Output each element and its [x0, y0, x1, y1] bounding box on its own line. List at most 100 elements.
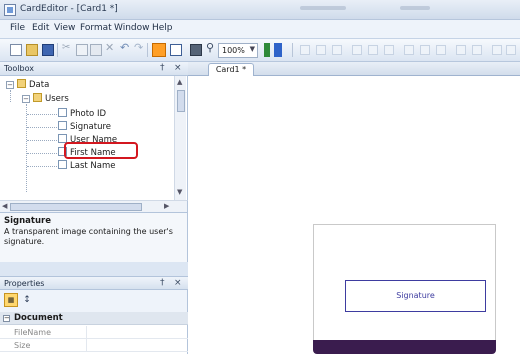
- tree-connector: [27, 114, 57, 115]
- align-right-icon[interactable]: [332, 45, 342, 55]
- zoom-value: 100%: [222, 46, 245, 55]
- menu-format[interactable]: Format: [80, 23, 112, 33]
- description-text: A transparent image containing the user'…: [4, 227, 173, 246]
- menu-edit[interactable]: Edit: [32, 23, 49, 33]
- toolbox-vertical-scrollbar[interactable]: ▲ ▼: [174, 76, 186, 200]
- design-canvas[interactable]: Signature: [188, 76, 520, 354]
- properties-grid: − Document FileName Size: [0, 312, 188, 354]
- property-category[interactable]: − Document: [0, 312, 188, 325]
- collapse-data-icon[interactable]: −: [6, 81, 14, 89]
- card-band: [313, 340, 496, 354]
- menu-file[interactable]: File: [10, 23, 25, 33]
- print-icon[interactable]: [190, 44, 202, 56]
- grid-divider: [86, 339, 87, 352]
- toolbox-header: Toolbox † ×: [0, 62, 188, 76]
- tree-connector: [27, 127, 57, 128]
- menu-help[interactable]: Help: [152, 23, 173, 33]
- field-icon: [58, 108, 67, 117]
- align-middle-icon[interactable]: [368, 45, 378, 55]
- toolbox-title: Toolbox: [4, 64, 34, 73]
- close-icon[interactable]: ×: [174, 278, 182, 288]
- same-height-icon[interactable]: [420, 45, 430, 55]
- scroll-right-icon[interactable]: ▶: [164, 202, 169, 210]
- alphabetical-icon[interactable]: ↕: [20, 293, 34, 307]
- tree-item-last-name[interactable]: Last Name: [58, 160, 115, 172]
- menu-view[interactable]: View: [54, 23, 75, 33]
- tree-item-signature[interactable]: Signature: [58, 121, 111, 133]
- tab-card1[interactable]: Card1 *: [208, 63, 254, 76]
- collapse-users-icon[interactable]: −: [22, 95, 30, 103]
- open-folder-icon[interactable]: [26, 44, 38, 56]
- categorized-icon[interactable]: ▦: [4, 293, 18, 307]
- align-center-icon[interactable]: [316, 45, 326, 55]
- bring-to-front-icon[interactable]: [152, 43, 166, 57]
- same-width-icon[interactable]: [404, 45, 414, 55]
- copy-icon[interactable]: [76, 44, 88, 56]
- zoom-select[interactable]: 100% ▼: [218, 43, 258, 58]
- pin-icon[interactable]: †: [160, 63, 165, 73]
- align-top-icon[interactable]: [352, 45, 362, 55]
- collapse-icon[interactable]: −: [3, 315, 10, 322]
- chevron-down-icon: ▼: [249, 45, 255, 53]
- save-icon[interactable]: [42, 44, 54, 56]
- title-decoration: [400, 6, 430, 10]
- folder-icon: [17, 79, 26, 88]
- tree-label: Data: [29, 80, 50, 90]
- toolbox-horizontal-scrollbar[interactable]: ◀ ▶: [0, 200, 188, 212]
- delete-icon[interactable]: ✕: [105, 41, 117, 54]
- property-name: Size: [14, 341, 31, 350]
- toolbar-separator: [147, 43, 148, 57]
- app-icon: [4, 4, 16, 16]
- scroll-left-icon[interactable]: ◀: [2, 202, 7, 210]
- blue-marker-icon[interactable]: [274, 43, 282, 57]
- space-horizontal-icon[interactable]: [456, 45, 466, 55]
- tree-node-data[interactable]: Data: [17, 79, 49, 91]
- tree-label: Signature: [70, 122, 112, 132]
- send-to-back-icon[interactable]: [170, 44, 182, 56]
- paste-icon[interactable]: [90, 44, 102, 56]
- toolbox-tree: − Data − Users Photo ID Signature User N…: [0, 76, 188, 200]
- grid-icon[interactable]: [492, 45, 502, 55]
- cut-icon[interactable]: ✂: [62, 42, 74, 54]
- scroll-up-icon[interactable]: ▲: [177, 78, 182, 86]
- snap-icon[interactable]: [506, 45, 516, 55]
- toolbar: ✂ ✕ ↶ ↷ ⚲ 100% ▼: [0, 38, 520, 62]
- property-row[interactable]: FileName: [0, 326, 188, 339]
- tree-label: Users: [45, 94, 69, 104]
- align-bottom-icon[interactable]: [384, 45, 394, 55]
- tree-label: Photo ID: [70, 109, 107, 119]
- property-name: FileName: [14, 328, 51, 337]
- signature-field[interactable]: Signature: [345, 280, 486, 312]
- category-label: Document: [14, 313, 63, 323]
- space-vertical-icon[interactable]: [472, 45, 482, 55]
- document-area: Card1 * Signature: [188, 62, 520, 354]
- menu-window[interactable]: Window: [114, 23, 150, 33]
- new-icon[interactable]: [10, 44, 22, 56]
- undo-icon[interactable]: ↶: [120, 41, 132, 54]
- green-marker-icon[interactable]: [264, 43, 270, 57]
- description-title: Signature: [4, 216, 51, 226]
- close-icon[interactable]: ×: [174, 63, 182, 73]
- properties-header: Properties † ×: [0, 276, 188, 290]
- window-title: CardEditor - [Card1 *]: [20, 4, 118, 14]
- field-icon: [58, 160, 67, 169]
- redo-icon[interactable]: ↷: [134, 41, 146, 54]
- properties-title: Properties: [4, 279, 45, 288]
- item-description: Signature A transparent image containing…: [0, 212, 188, 262]
- properties-toolbar: ▦ ↕: [0, 290, 188, 312]
- align-left-icon[interactable]: [300, 45, 310, 55]
- tree-connector: [27, 166, 57, 167]
- zoom-icon[interactable]: ⚲: [206, 41, 218, 54]
- property-row[interactable]: Size: [0, 339, 188, 352]
- title-bar: CardEditor - [Card1 *]: [0, 0, 520, 20]
- tree-connector: [27, 153, 57, 154]
- tree-item-photo-id[interactable]: Photo ID: [58, 108, 106, 120]
- tree-label: Last Name: [70, 161, 116, 171]
- scroll-down-icon[interactable]: ▼: [177, 188, 182, 196]
- tree-node-users[interactable]: Users: [33, 93, 69, 105]
- same-size-icon[interactable]: [436, 45, 446, 55]
- folder-icon: [33, 93, 42, 102]
- scroll-thumb[interactable]: [10, 203, 142, 211]
- scroll-thumb[interactable]: [177, 90, 185, 112]
- pin-icon[interactable]: †: [160, 278, 165, 288]
